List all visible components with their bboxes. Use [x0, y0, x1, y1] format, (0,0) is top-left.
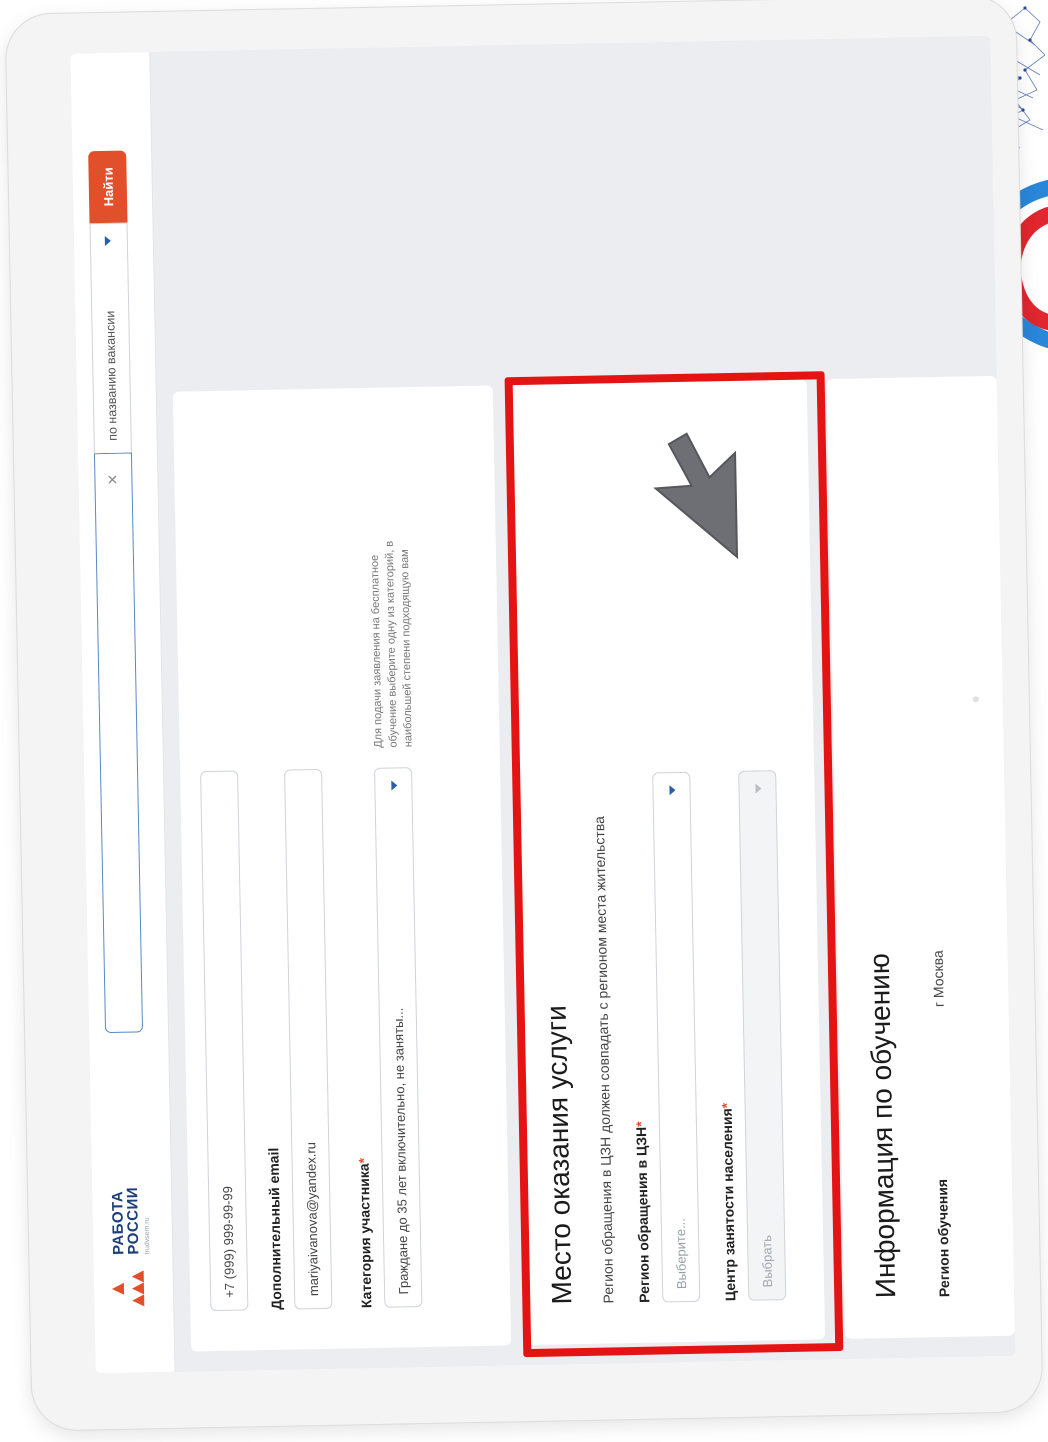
phone-field[interactable]: +7 (999) 999-99-99	[200, 770, 249, 1312]
email-field[interactable]: mariyaivanova@yandex.ru	[284, 768, 333, 1310]
employment-center-placeholder: Выбрать	[758, 1234, 775, 1288]
site-logo[interactable]: РАБОТА РОССИИ trudvsem.ru	[106, 1186, 156, 1313]
vacancy-search-input[interactable]	[93, 452, 144, 1034]
region-label: Регион обращения в ЦЗН*	[633, 1121, 652, 1303]
tablet-frame: РАБОТА РОССИИ trudvsem.ru × по названию …	[4, 0, 1044, 1432]
training-info-card: Информация по обучению Регион обучения г…	[826, 375, 1016, 1339]
logo-subtitle: trudvsem.ru	[143, 1217, 152, 1255]
required-mark: *	[718, 1102, 735, 1109]
logo-wordmark: РАБОТА РОССИИ trudvsem.ru	[109, 1186, 152, 1255]
chevron-down-icon	[669, 785, 676, 796]
find-button[interactable]: Найти	[88, 150, 128, 224]
email-label: Дополнительный email	[265, 1147, 285, 1311]
employment-center-label-text: Центр занятости населения	[718, 1108, 739, 1302]
camera-dot	[972, 696, 979, 703]
chevron-down-icon	[104, 235, 111, 246]
close-icon[interactable]: ×	[102, 474, 123, 485]
training-region-label: Регион обучения	[934, 1178, 953, 1298]
category-label: Категория участника*	[356, 1158, 375, 1308]
region-placeholder: Выберите...	[672, 1218, 689, 1290]
region-select[interactable]: Выберите...	[652, 771, 701, 1303]
service-region-note: Регион обращения в ЦЗН должен совпадать …	[590, 816, 617, 1304]
email-value: mariyaivanova@yandex.ru	[302, 1141, 321, 1297]
category-value: Граждане до 35 лет включительно, не заня…	[390, 1007, 411, 1295]
phone-value: +7 (999) 999-99-99	[219, 1185, 237, 1298]
search-type-select[interactable]: по названию вакансии	[89, 222, 132, 454]
tablet-screen: РАБОТА РОССИИ trudvsem.ru × по названию …	[70, 35, 1016, 1374]
chevron-down-icon	[755, 783, 762, 794]
logo-triangles-icon	[111, 1270, 145, 1307]
chevron-down-icon	[391, 780, 398, 791]
cursor-arrow-icon	[653, 432, 739, 560]
required-mark: *	[355, 1157, 372, 1164]
category-label-text: Категория участника	[355, 1163, 375, 1309]
logo-line-2: РОССИИ	[124, 1186, 143, 1255]
required-mark: *	[632, 1121, 649, 1127]
region-label-text: Регион обращения в ЦЗН	[632, 1126, 653, 1303]
category-select[interactable]: Граждане до 35 лет включительно, не заня…	[374, 767, 423, 1308]
application-form-page: РАБОТА РОССИИ trudvsem.ru × по названию …	[70, 35, 1016, 1374]
contact-card: +7 (999) 999-99-99 Дополнительный email …	[172, 385, 512, 1352]
employment-center-label: Центр занятости населения*	[719, 1103, 739, 1302]
training-section-title: Информация по обучению	[863, 952, 902, 1299]
site-header: РАБОТА РОССИИ trudvsem.ru × по названию …	[70, 52, 176, 1374]
search-type-value: по названию вакансии	[103, 310, 120, 441]
employment-center-select[interactable]: Выбрать	[738, 770, 787, 1301]
training-region-value: г Москва	[929, 950, 947, 1008]
service-section-title: Место оказания услуги	[540, 1005, 578, 1305]
category-hint: Для подачи заявления на бесплатное обуче…	[368, 540, 415, 748]
